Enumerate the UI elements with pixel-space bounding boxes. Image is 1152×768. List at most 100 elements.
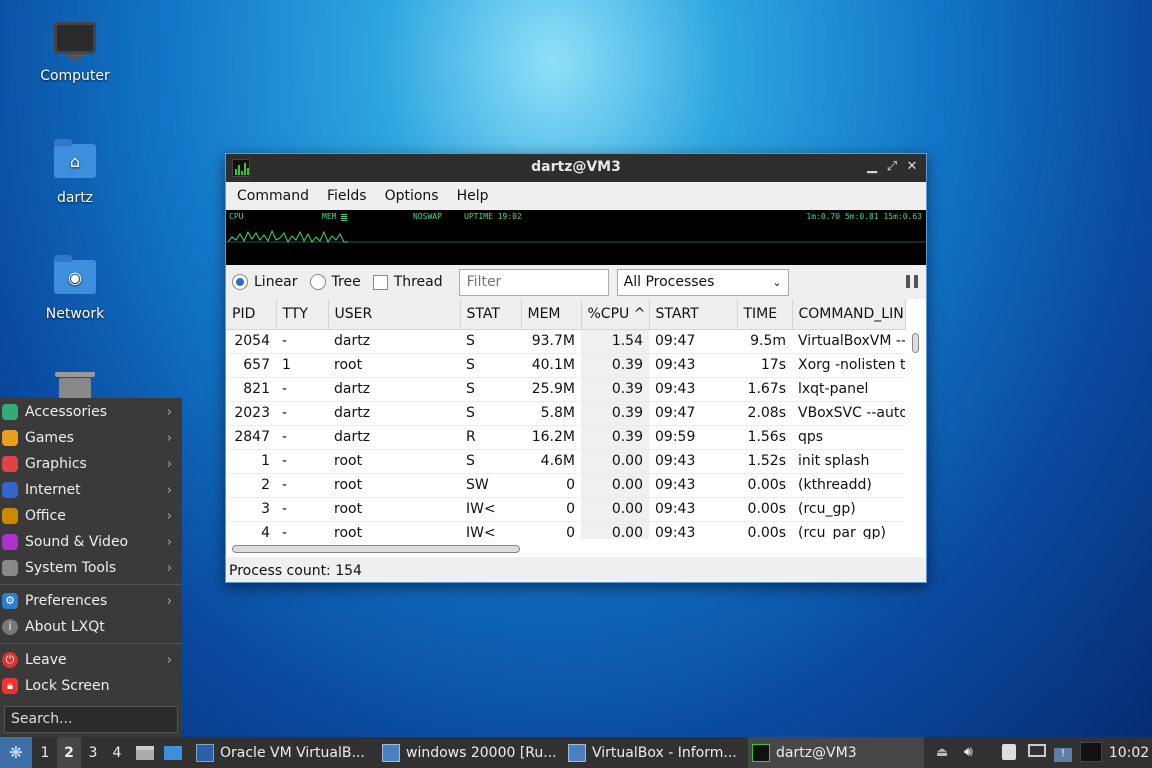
- column-pid[interactable]: PID: [226, 299, 277, 330]
- table-cell-cpu: 0.39: [581, 353, 649, 378]
- window-titlebar[interactable]: dartz@VM3 ▁ ⤢ ✕: [226, 154, 926, 182]
- menu-item-label: Office: [25, 508, 66, 524]
- home-folder-icon: ⌂: [53, 139, 97, 184]
- column-time[interactable]: TIME: [737, 299, 793, 330]
- column-command-line[interactable]: COMMAND_LINE: [792, 299, 906, 330]
- table-cell-mem: 5.8M: [521, 401, 581, 426]
- table-cell-pid: 4: [226, 521, 276, 539]
- table-row[interactable]: 4- root IW< 0 0.00 09:43 0.00s (rcu_par_gp): [226, 521, 905, 539]
- desktop-icon-label: Network: [45, 306, 105, 322]
- chevron-right-icon: ›: [166, 593, 172, 609]
- table-row[interactable]: 2054- dartz S 93.7M 1.54 09:47 9.5m VirtualBoxV…: [226, 329, 905, 354]
- menu-command[interactable]: Command: [228, 188, 318, 204]
- column-mem[interactable]: MEM: [521, 299, 582, 330]
- menu-item-accessories[interactable]: Accessories ›: [0, 399, 182, 425]
- table-cell-tty: -: [276, 401, 328, 426]
- file-manager-launcher[interactable]: [162, 737, 184, 768]
- thread-checkbox[interactable]: Thread: [372, 274, 443, 290]
- desktop-switch-3[interactable]: 3: [81, 737, 105, 768]
- table-cell-time: 1.67s: [737, 377, 792, 402]
- table-cell-cpu: 0.00: [581, 473, 649, 498]
- table-cell-cpu: 1.54: [581, 329, 649, 354]
- column-cpu[interactable]: %CPU ^: [581, 299, 650, 330]
- show-desktop-button[interactable]: [134, 737, 156, 768]
- close-icon[interactable]: ✕: [904, 159, 920, 174]
- task-virtualbox-manager[interactable]: Oracle VM VirtualB...: [192, 737, 372, 768]
- task-virtualbox-information[interactable]: VirtualBox - Inform...: [564, 737, 744, 768]
- table-row[interactable]: 657 1 root S 40.1M 0.39 09:43 17s Xorg -nolisten…: [226, 353, 905, 378]
- task-qps[interactable]: dartz@VM3: [748, 737, 924, 768]
- start-menu-button[interactable]: ❋: [0, 737, 32, 768]
- table-row[interactable]: 3- root IW< 0 0.00 09:43 0.00s (rcu_gp): [226, 497, 905, 522]
- menu-item-about[interactable]: i About LXQt: [0, 614, 182, 640]
- lxqt-logo-icon: ❋: [9, 743, 23, 762]
- menu-item-label: System Tools: [25, 560, 117, 576]
- table-cell-user: dartz: [328, 401, 460, 426]
- eject-icon[interactable]: ⏏: [936, 744, 954, 760]
- pause-icon[interactable]: [906, 275, 918, 288]
- table-cell-tty: -: [276, 473, 328, 498]
- system-graph: CPU MEM NOSWAP UPTIME 19:02 1m:0.70 5m:0…: [226, 210, 926, 265]
- table-cell-stat: IW<: [460, 497, 521, 522]
- menu-item-lock-screen[interactable]: 🔒︎ Lock Screen: [0, 673, 182, 699]
- task-windows-vm[interactable]: windows 20000 [Ru...: [378, 737, 558, 768]
- table-cell-pid: 657: [226, 353, 276, 378]
- column-start[interactable]: START: [649, 299, 738, 330]
- column-tty[interactable]: TTY: [276, 299, 329, 330]
- network-icon[interactable]: [1028, 744, 1046, 760]
- menu-options[interactable]: Options: [376, 188, 448, 204]
- table-row[interactable]: 821- dartz S 25.9M 0.39 09:43 1.67s lxqt-panel: [226, 377, 905, 402]
- table-cell-pid: 2023: [226, 401, 276, 426]
- table-header: PID TTY USER STAT MEM %CPU ^ START TIME …: [226, 299, 906, 330]
- horizontal-scrollbar[interactable]: [226, 539, 926, 557]
- menu-item-leave[interactable]: ⏻ Leave ›: [0, 647, 182, 673]
- filter-input[interactable]: [458, 268, 609, 296]
- table-cell-mem: 0: [521, 473, 581, 498]
- desktop-switch-4[interactable]: 4: [105, 737, 129, 768]
- menu-search-input[interactable]: Search...: [4, 706, 178, 733]
- menu-item-label: Accessories: [25, 404, 108, 420]
- desktop-icon-network[interactable]: ◉ Network: [25, 255, 125, 322]
- menu-item-office[interactable]: Office ›: [0, 503, 182, 529]
- table-row[interactable]: 2- root SW 0 0.00 09:43 0.00s (kthreadd): [226, 473, 905, 498]
- desktop-icon-computer[interactable]: Computer: [25, 22, 125, 84]
- vertical-scrollbar[interactable]: [906, 329, 926, 539]
- menu-item-sound-video[interactable]: Sound & Video ›: [0, 529, 182, 555]
- table-cell-pid: 3: [226, 497, 276, 522]
- menu-help[interactable]: Help: [448, 188, 498, 204]
- desktop-switch-2[interactable]: 2: [57, 737, 81, 768]
- table-cell-start: 09:43: [649, 521, 737, 539]
- menu-item-games[interactable]: Games ›: [0, 425, 182, 451]
- desktop-icon-home[interactable]: ⌂ dartz: [25, 139, 125, 206]
- menu-item-internet[interactable]: Internet ›: [0, 477, 182, 503]
- table-cell-pid: 821: [226, 377, 276, 402]
- menu-item-preferences[interactable]: ⚙ Preferences ›: [0, 588, 182, 614]
- table-row[interactable]: 1- root S 4.6M 0.00 09:43 1.52s init splash: [226, 449, 905, 474]
- table-cell-cpu: 0.00: [581, 497, 649, 522]
- process-filter-select[interactable]: All Processes ⌄: [616, 268, 789, 296]
- table-cell-mem: 0: [521, 497, 581, 522]
- table-row[interactable]: 2847- dartz R 16.2M 0.39 09:59 1.56s qps: [226, 425, 905, 450]
- table-cell-stat: S: [460, 377, 521, 402]
- linear-radio[interactable]: Linear: [232, 274, 298, 290]
- desktop-switch-1[interactable]: 1: [33, 737, 57, 768]
- desktop-icon-label: dartz: [56, 190, 94, 206]
- volume-icon[interactable]: 🔊︎: [964, 744, 982, 760]
- clipboard-icon[interactable]: [1002, 744, 1020, 760]
- tree-radio[interactable]: Tree: [309, 274, 361, 290]
- table-cell-pid: 1: [226, 449, 276, 474]
- table-row[interactable]: 2023- dartz S 5.8M 0.39 09:47 2.08s VBoxSVC --a…: [226, 401, 905, 426]
- notification-icon[interactable]: !: [1054, 744, 1072, 762]
- menu-fields[interactable]: Fields: [318, 188, 376, 204]
- folder-icon: [164, 745, 182, 760]
- minimize-icon[interactable]: ▁: [864, 159, 880, 174]
- column-stat[interactable]: STAT: [460, 299, 522, 330]
- table-cell-stat: S: [460, 353, 521, 378]
- menu-item-graphics[interactable]: Graphics ›: [0, 451, 182, 477]
- maximize-icon[interactable]: ⤢: [884, 159, 900, 174]
- menu-item-system-tools[interactable]: System Tools ›: [0, 555, 182, 581]
- column-user[interactable]: USER: [328, 299, 461, 330]
- table-cell-stat: R: [460, 425, 521, 450]
- qps-tray-icon[interactable]: [1080, 742, 1102, 762]
- clock[interactable]: 10:02: [1108, 737, 1150, 768]
